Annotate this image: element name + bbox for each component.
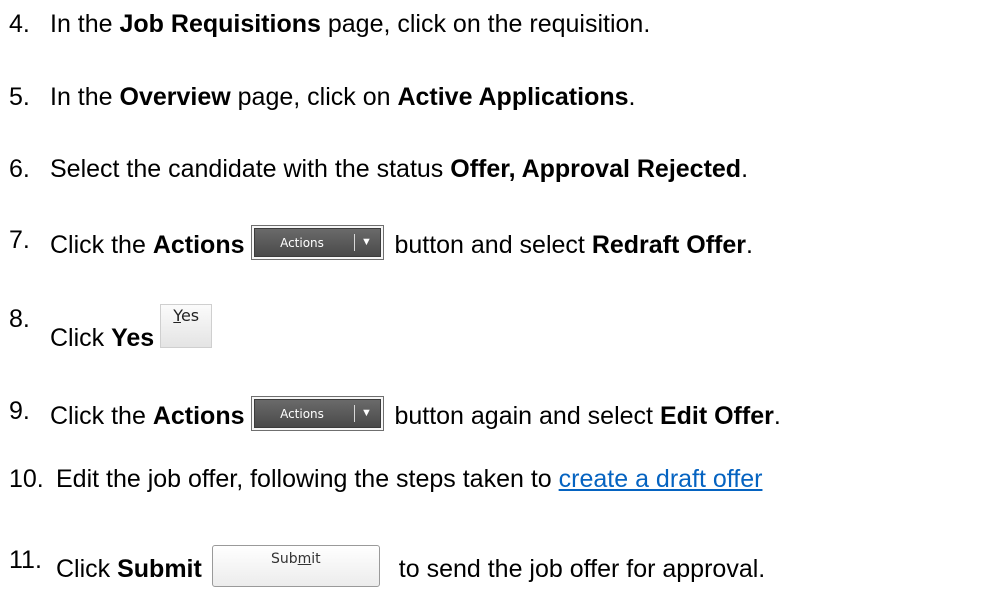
step-number: 10.: [9, 465, 44, 493]
actions-button[interactable]: Actions ▼: [250, 396, 384, 431]
step-number: 4.: [9, 10, 30, 38]
step-number: 11.: [9, 546, 42, 574]
actions-button-label: Actions: [280, 407, 324, 421]
divider: [353, 234, 355, 251]
step-number: 7.: [9, 226, 30, 254]
bold-term: Submit: [117, 555, 202, 583]
step-text: Select the candidate with the status Off…: [50, 155, 749, 183]
step-text: Click the Actions Actions ▼ button again a…: [50, 396, 781, 431]
submit-button-label: Submit: [270, 551, 321, 567]
yes-button-label: Yes: [173, 306, 200, 325]
step-text: Click the Actions Actions ▼ button and sel…: [50, 225, 753, 260]
step-number: 9.: [9, 397, 30, 425]
actions-button[interactable]: Actions ▼: [250, 225, 384, 260]
bold-term: Actions: [152, 231, 245, 259]
bold-term: Actions: [152, 402, 245, 430]
step-number: 6.: [9, 155, 30, 183]
chevron-down-icon: ▼: [361, 407, 372, 419]
submit-button[interactable]: Submit: [211, 545, 380, 587]
bold-term: Job Requisitions: [119, 10, 321, 38]
actions-button-face: Actions ▼: [253, 399, 381, 428]
bold-term: Offer, Approval Rejected: [450, 155, 742, 183]
step-number: 8.: [9, 305, 30, 333]
create-draft-offer-link[interactable]: create a draft offer: [559, 465, 763, 493]
bold-term: Yes: [111, 324, 155, 352]
bold-term: Overview: [119, 83, 231, 111]
bold-term: Edit Offer: [659, 402, 774, 430]
divider: [353, 405, 355, 422]
bold-term: Active Applications: [397, 83, 629, 111]
bold-term: Redraft Offer: [591, 231, 746, 259]
step-text: Click Submit Submit to send the job offer…: [56, 545, 765, 587]
yes-button[interactable]: Yes: [160, 304, 213, 348]
step-text: In the Job Requisitions page, click on t…: [50, 10, 651, 38]
step-text: Edit the job offer, following the steps …: [56, 465, 763, 493]
actions-button-label: Actions: [280, 236, 324, 250]
chevron-down-icon: ▼: [361, 236, 372, 248]
actions-button-face: Actions ▼: [253, 228, 381, 257]
step-text: In the Overview page, click on Active Ap…: [50, 83, 636, 111]
step-text: Click Yes Yes: [50, 304, 213, 353]
step-number: 5.: [9, 83, 30, 111]
